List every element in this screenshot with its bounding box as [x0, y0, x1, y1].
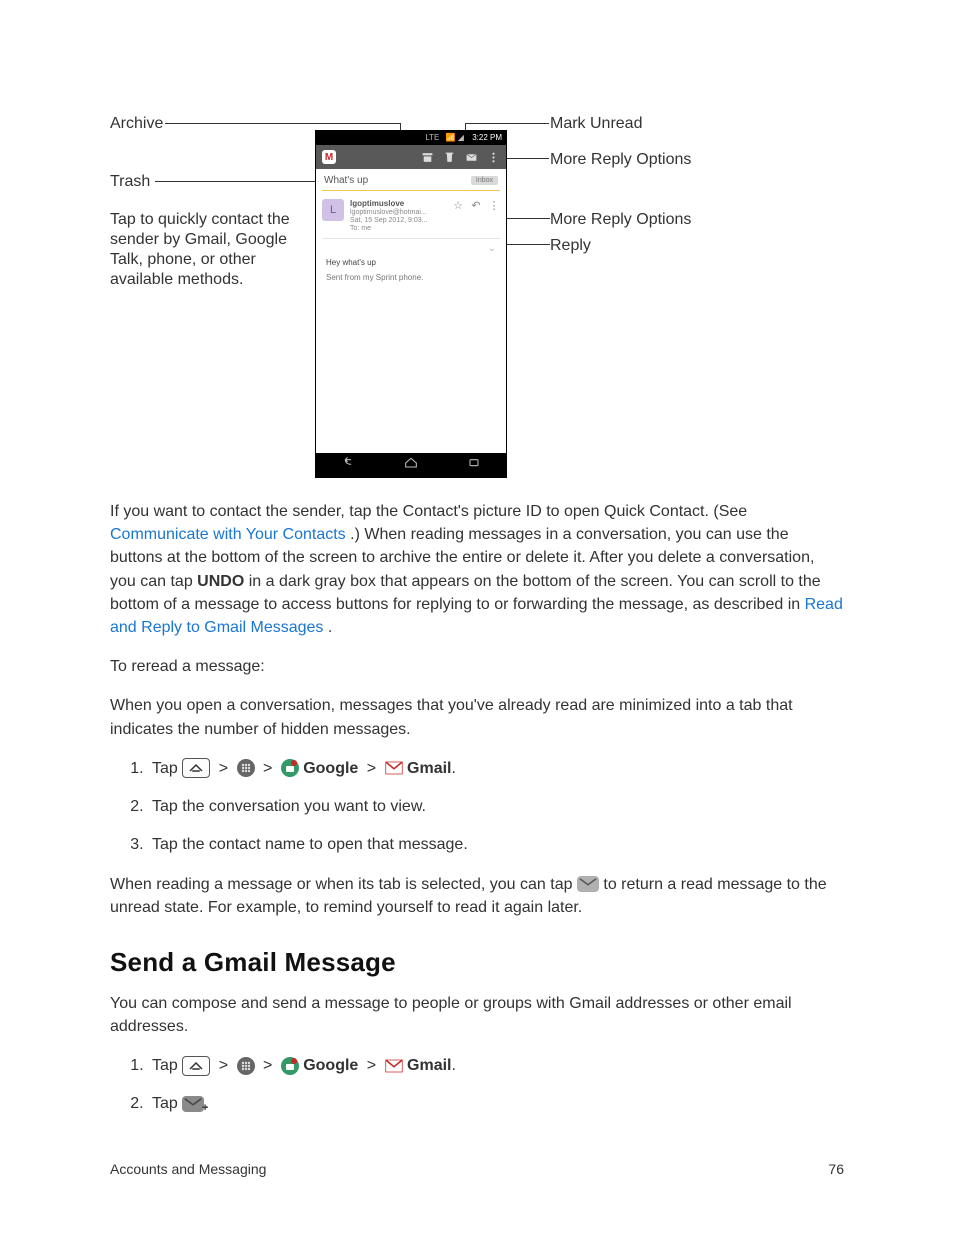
paragraph-2: To reread a message:	[110, 655, 844, 678]
contact-avatar[interactable]: L	[322, 199, 344, 221]
label-reply: Reply	[550, 236, 750, 256]
label-trash: Trash	[110, 172, 310, 192]
message-overflow-icon[interactable]: ⋮	[488, 199, 500, 212]
phone-message-header: L lgoptimuslove lgoptimuslove@hotmai... …	[316, 191, 506, 238]
google-label: Google	[303, 760, 358, 777]
link-communicate-contacts[interactable]: Communicate with Your Contacts	[110, 526, 346, 543]
gmail-label: Gmail	[407, 760, 451, 777]
phone-message-body: Hey what's up Sent from my Sprint phone.	[316, 254, 506, 286]
paragraph-5: You can compose and send a message to pe…	[110, 992, 844, 1038]
undo-label: UNDO	[197, 573, 244, 590]
phone-inbox-tag: Inbox	[471, 176, 498, 185]
phone-app-bar: M	[316, 145, 506, 169]
home-icon	[182, 1056, 210, 1076]
status-time: 3:22 PM	[472, 133, 502, 142]
label-more-reply-2: More Reply Options	[550, 210, 750, 230]
phone-subject: What's up	[324, 175, 368, 186]
trash-icon[interactable]	[442, 150, 456, 164]
overflow-icon[interactable]	[486, 150, 500, 164]
archive-icon[interactable]	[420, 150, 434, 164]
google-folder-icon	[281, 759, 299, 777]
gmail-icon	[385, 761, 403, 775]
sender-name: lgoptimuslove	[350, 199, 446, 209]
gmail-app-icon: M	[322, 150, 336, 164]
heading-send-gmail: Send a Gmail Message	[110, 947, 844, 978]
google-label: Google	[303, 1057, 358, 1074]
label-quick-contact: Tap to quickly contact the sender by Gma…	[110, 210, 310, 290]
mark-unread-inline-icon	[577, 876, 599, 892]
star-icon[interactable]: ☆	[452, 199, 464, 212]
google-folder-icon	[281, 1057, 299, 1075]
expand-chevron-icon[interactable]: ⌄	[316, 239, 506, 254]
step-1: Tap > > Google > Gmail.	[148, 757, 844, 781]
annotated-screenshot-diagram: Archive Trash Tap to quickly contact the…	[110, 110, 844, 490]
reply-icon[interactable]: ↶	[470, 199, 482, 212]
recent-nav-icon[interactable]	[466, 455, 482, 476]
sender-email: lgoptimuslove@hotmai...	[350, 209, 446, 217]
paragraph-4: When reading a message or when its tab i…	[110, 873, 844, 919]
body-line: Hey what's up	[326, 258, 496, 267]
step-3: Tap the contact name to open that messag…	[148, 833, 844, 857]
apps-icon	[237, 1057, 255, 1075]
gmail-icon	[385, 1059, 403, 1073]
sent-date: Sat, 15 Sep 2012, 9:03...	[350, 217, 446, 225]
sender-meta: lgoptimuslove lgoptimuslove@hotmai... Sa…	[350, 199, 446, 234]
phone-status-bar: LTE 📶 ◢ 3:22 PM	[316, 131, 506, 145]
phone-screenshot: LTE 📶 ◢ 3:22 PM M What's up Inbox L lg	[315, 130, 507, 478]
label-mark-unread: Mark Unread	[550, 114, 750, 134]
home-icon	[182, 758, 210, 778]
compose-icon	[182, 1096, 204, 1112]
footer-page-number: 76	[828, 1161, 844, 1177]
body-signature: Sent from my Sprint phone.	[326, 273, 496, 282]
send-steps: Tap > > Google > Gmail. Tap .	[110, 1054, 844, 1116]
status-lte: LTE	[425, 133, 439, 142]
home-nav-icon[interactable]	[403, 455, 419, 476]
footer-section: Accounts and Messaging	[110, 1161, 266, 1177]
step-2: Tap the conversation you want to view.	[148, 795, 844, 819]
leader-line	[165, 123, 400, 124]
reread-steps: Tap > > Google > Gmail. Tap the conversa…	[110, 757, 844, 857]
back-nav-icon[interactable]	[340, 455, 356, 476]
label-more-reply-1: More Reply Options	[550, 150, 750, 170]
gmail-label: Gmail	[407, 1057, 451, 1074]
send-step-1: Tap > > Google > Gmail.	[148, 1054, 844, 1078]
paragraph-3: When you open a conversation, messages t…	[110, 694, 844, 740]
phone-subject-row: What's up Inbox	[316, 169, 506, 190]
mark-unread-icon[interactable]	[464, 150, 478, 164]
to-line: To: me	[350, 225, 446, 233]
phone-nav-bar	[316, 453, 506, 477]
page-footer: Accounts and Messaging 76	[110, 1161, 844, 1177]
paragraph-1: If you want to contact the sender, tap t…	[110, 500, 844, 639]
label-archive: Archive	[110, 114, 310, 134]
apps-icon	[237, 759, 255, 777]
send-step-2: Tap .	[148, 1092, 844, 1116]
